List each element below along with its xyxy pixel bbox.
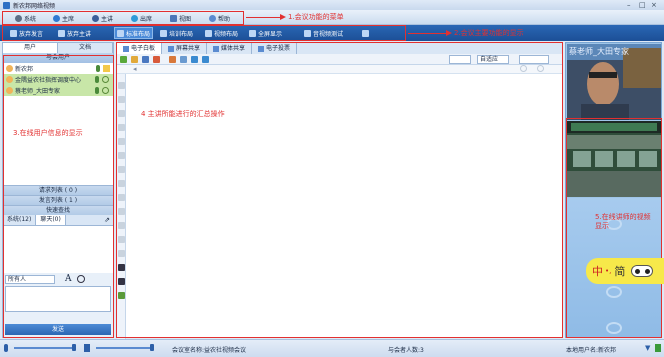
mic-icon[interactable] — [4, 344, 8, 352]
maximize-button[interactable]: □ — [639, 1, 646, 9]
ime-eyes-icon — [631, 265, 654, 277]
annotation-box-main — [116, 42, 563, 338]
ime-mode: 中 — [592, 265, 603, 278]
annotation-toolbar-label: 2.会议主要功能的显示 — [454, 29, 524, 37]
speaker-icon[interactable] — [84, 344, 90, 352]
mic-volume-slider[interactable] — [14, 347, 76, 349]
annotation-box-toolbar — [2, 25, 406, 41]
annotation-arrow-menu — [246, 17, 280, 18]
meeting-name: 会议室名称:益农社视频会议 — [172, 347, 247, 354]
ime-punct: •, — [605, 267, 612, 275]
speaker-volume-knob[interactable] — [150, 344, 154, 351]
annotation-box-users — [3, 55, 114, 338]
ime-floatbar[interactable]: 中 •, 简 — [586, 258, 664, 284]
user-panel-tabs: 用户 文档 — [3, 43, 113, 53]
mic-volume-knob[interactable] — [72, 344, 76, 351]
minimize-button[interactable]: – — [627, 1, 631, 9]
app-logo-icon — [3, 1, 10, 9]
annotation-arrowhead-toolbar — [446, 30, 452, 36]
window-title: 新农邦网络视频 — [13, 2, 56, 10]
annotation-box-menu — [2, 11, 244, 25]
close-button[interactable]: × — [651, 1, 657, 9]
ime-simplified: 简 — [614, 265, 626, 278]
local-user: 本地用户名:新农邦 — [566, 347, 617, 354]
signal-icon — [655, 344, 661, 352]
status-bar: 会议室名称:益农社视频会议 与会者人数:3 本地用户名:新农邦 ▼ — [0, 339, 664, 357]
annotation-arrow-toolbar — [408, 33, 446, 34]
annotation-users-label: 3.在线用户信息的显示 — [13, 129, 83, 137]
attendee-count: 与会者人数:3 — [388, 347, 424, 354]
annotation-video-label: 5.在线讲师的视频显示 — [595, 213, 651, 230]
tab-users[interactable]: 用户 — [3, 43, 58, 53]
speaker-volume-slider[interactable] — [96, 347, 154, 349]
tab-documents[interactable]: 文档 — [58, 43, 113, 53]
presenter-video: 蔡老师_大田专家 — [567, 44, 661, 120]
annotation-arrowhead-menu — [280, 14, 286, 20]
video-overlay-text: 蔡老师_大田专家 — [569, 47, 629, 56]
filter-icon[interactable]: ▼ — [645, 344, 650, 352]
annotation-menu-label: 1.会议功能的菜单 — [288, 13, 344, 21]
title-bar: 新农邦网络视频 – □ × — [0, 0, 664, 10]
